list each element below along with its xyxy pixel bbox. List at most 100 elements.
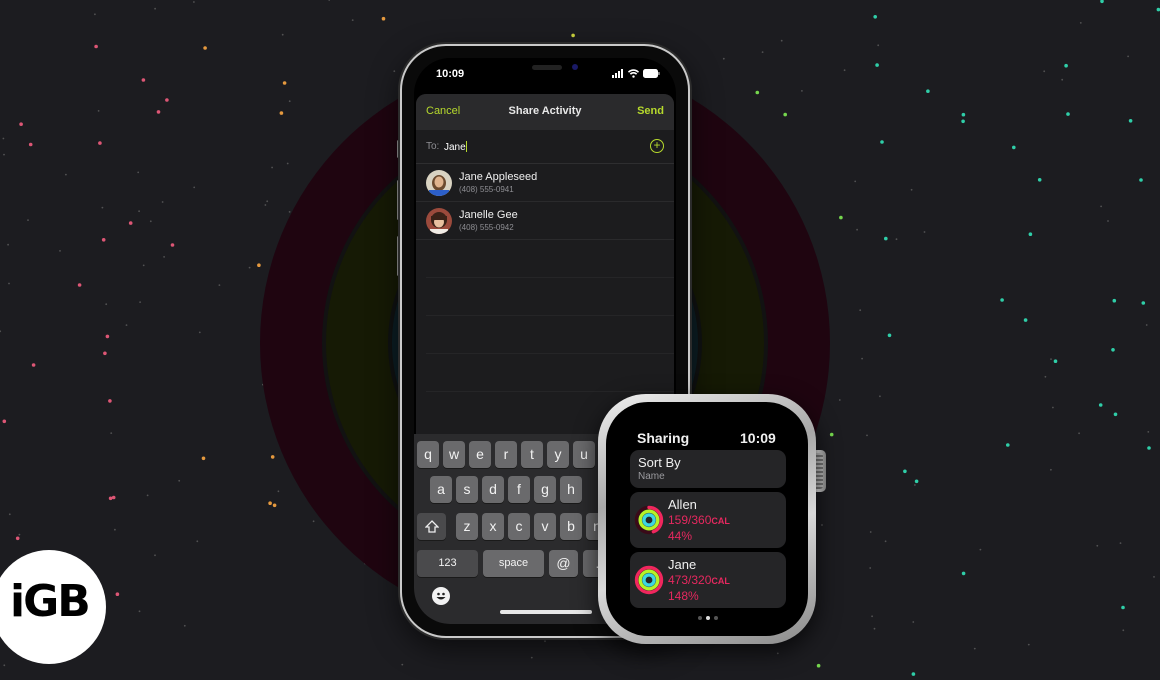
- page-title: Share Activity: [508, 105, 582, 117]
- space-key[interactable]: space: [483, 550, 544, 577]
- star: [871, 615, 873, 618]
- star: [19, 122, 23, 126]
- key-w[interactable]: w: [443, 441, 465, 468]
- star: [128, 221, 133, 225]
- key-d[interactable]: d: [482, 476, 504, 503]
- star: [861, 357, 863, 360]
- star: [401, 663, 404, 666]
- star: [910, 188, 913, 191]
- star: [877, 44, 880, 47]
- sort-by-value: Name: [638, 471, 665, 482]
- star: [783, 112, 787, 117]
- star: [1023, 318, 1028, 322]
- star: [203, 46, 207, 50]
- star: [163, 256, 166, 258]
- recipient-input[interactable]: Jane: [444, 141, 467, 153]
- contact-suggestion[interactable]: Jane Appleseed (408) 555-0941: [416, 164, 674, 202]
- key-b[interactable]: b: [560, 513, 582, 540]
- star: [139, 301, 142, 303]
- stand-ring: [642, 573, 656, 587]
- star: [110, 432, 113, 434]
- key-r[interactable]: r: [495, 441, 517, 468]
- send-button[interactable]: Send: [637, 105, 664, 117]
- add-contact-button[interactable]: +: [650, 139, 664, 153]
- camera: [572, 64, 578, 70]
- star: [722, 57, 725, 60]
- star: [1112, 298, 1117, 303]
- star: [312, 520, 315, 523]
- star: [193, 1, 195, 3]
- star: [2, 419, 7, 424]
- star: [911, 672, 916, 676]
- key-t[interactable]: t: [521, 441, 543, 468]
- key-v[interactable]: v: [534, 513, 556, 540]
- star: [154, 554, 156, 557]
- key-u[interactable]: u: [573, 441, 595, 468]
- star: [914, 479, 919, 484]
- star: [28, 142, 33, 147]
- home-indicator[interactable]: [500, 610, 592, 614]
- nav-bar: Cancel Share Activity Send: [416, 94, 674, 130]
- key-x[interactable]: x: [482, 513, 504, 540]
- star: [873, 14, 877, 19]
- star: [156, 110, 161, 114]
- star: [1098, 403, 1103, 407]
- star: [138, 210, 141, 213]
- avatar: [426, 170, 452, 196]
- star: [103, 351, 107, 356]
- emoji-button[interactable]: [432, 587, 450, 605]
- to-label: To:: [426, 141, 440, 152]
- status-time: 10:09: [436, 68, 465, 80]
- star: [105, 303, 108, 306]
- key-h[interactable]: h: [560, 476, 582, 503]
- key-s[interactable]: s: [456, 476, 478, 503]
- key-q[interactable]: q: [417, 441, 439, 468]
- at-key[interactable]: @: [549, 550, 578, 577]
- friend-name: Allen: [668, 497, 697, 512]
- key-a[interactable]: a: [430, 476, 452, 503]
- star: [879, 395, 881, 398]
- contact-phone: (408) 555-0942: [459, 223, 514, 232]
- friend-percent: 148%: [668, 589, 699, 603]
- star: [854, 180, 857, 183]
- key-f[interactable]: f: [508, 476, 530, 503]
- numbers-key[interactable]: 123: [417, 550, 478, 577]
- key-g[interactable]: g: [534, 476, 556, 503]
- star: [268, 501, 272, 506]
- key-y[interactable]: y: [547, 441, 569, 468]
- recipient-input-text: Jane: [444, 142, 466, 153]
- shift-key[interactable]: [417, 513, 446, 540]
- star: [1050, 468, 1052, 471]
- star: [1127, 55, 1129, 58]
- star: [1037, 178, 1042, 182]
- star: [272, 503, 277, 508]
- star: [1053, 359, 1058, 364]
- friend-card[interactable]: Jane 473/320CAL 148%: [630, 552, 786, 608]
- page-dot: [698, 616, 702, 620]
- recipient-field[interactable]: To: Jane +: [416, 130, 674, 164]
- avatar: [426, 208, 452, 234]
- sort-by-button[interactable]: Sort By Name: [630, 450, 786, 488]
- star: [3, 153, 5, 156]
- key-z[interactable]: z: [456, 513, 478, 540]
- key-e[interactable]: e: [469, 441, 491, 468]
- star: [839, 215, 843, 220]
- contact-name: Jane Appleseed: [459, 171, 538, 183]
- star: [1050, 358, 1052, 360]
- star: [218, 284, 221, 286]
- key-c[interactable]: c: [508, 513, 530, 540]
- star: [1079, 22, 1082, 24]
- star: [829, 432, 834, 437]
- contact-suggestion[interactable]: Janelle Gee (408) 555-0942: [416, 202, 674, 240]
- star: [111, 495, 116, 500]
- friend-card[interactable]: Allen 159/360CAL 44%: [630, 492, 786, 548]
- star: [149, 220, 152, 223]
- star: [887, 333, 892, 338]
- star: [903, 469, 907, 474]
- star: [170, 243, 175, 247]
- star: [108, 399, 112, 403]
- contact-phone: (408) 555-0941: [459, 185, 514, 194]
- logo-text: iGB: [10, 576, 91, 627]
- star: [97, 110, 100, 112]
- star: [1119, 542, 1122, 544]
